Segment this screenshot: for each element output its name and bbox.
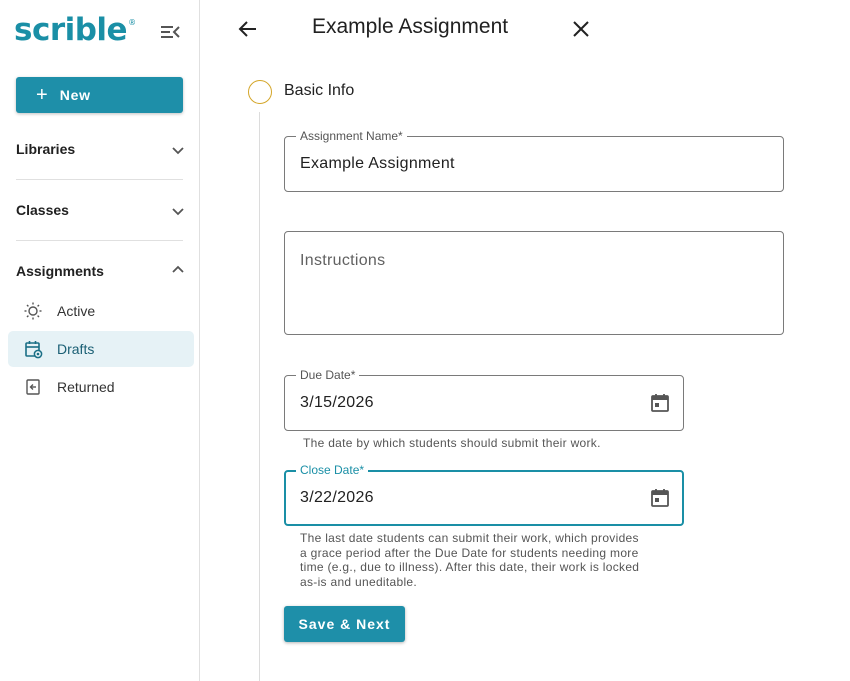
due-date-value: 3/15/2026 bbox=[300, 394, 374, 411]
calendar-icon[interactable] bbox=[648, 486, 672, 510]
divider bbox=[16, 179, 183, 180]
draft-calendar-icon bbox=[23, 339, 43, 359]
chevron-down-icon bbox=[172, 208, 184, 216]
close-date-label: Close Date* bbox=[296, 463, 369, 477]
step-label: Basic Info bbox=[284, 82, 355, 99]
chevron-down-icon bbox=[172, 147, 184, 155]
section-libraries-title: Libraries bbox=[16, 141, 76, 157]
close-date-value: 3/22/2026 bbox=[300, 489, 374, 506]
new-button[interactable]: + New bbox=[16, 77, 183, 113]
chevron-up-icon bbox=[172, 265, 184, 273]
returned-icon bbox=[23, 377, 43, 397]
page-title: Example Assignment bbox=[312, 15, 509, 38]
helper-line: a grace period after the Due Date for st… bbox=[300, 545, 639, 560]
helper-line: time (e.g., due to illness). After this … bbox=[300, 560, 640, 574]
plus-icon: + bbox=[36, 84, 48, 106]
assignment-name-field[interactable]: Assignment Name* Example Assignment bbox=[284, 129, 784, 192]
step-indicator bbox=[248, 80, 272, 104]
section-assignments-title: Assignments bbox=[16, 263, 104, 279]
sun-icon bbox=[23, 301, 43, 321]
close-date-helper: The last date students can submit their … bbox=[300, 531, 639, 589]
due-date-field[interactable]: Due Date* 3/15/2026 bbox=[284, 368, 684, 431]
sidebar-item-active[interactable]: Active bbox=[8, 293, 194, 329]
close-date-field[interactable]: Close Date* 3/22/2026 bbox=[284, 463, 684, 526]
assignment-name-label: Assignment Name* bbox=[296, 129, 407, 143]
sidebar-item-drafts[interactable]: Drafts bbox=[8, 331, 194, 367]
instructions-textarea[interactable]: Instructions bbox=[284, 231, 784, 335]
sidebar-item-label: Active bbox=[57, 303, 96, 319]
section-libraries[interactable]: Libraries bbox=[16, 131, 184, 167]
sidebar-item-returned[interactable]: Returned bbox=[8, 369, 194, 405]
helper-line: as-is and uneditable. bbox=[300, 574, 418, 589]
assignment-name-value: Example Assignment bbox=[300, 155, 455, 172]
sidebar-item-label: Returned bbox=[57, 379, 115, 395]
back-arrow-icon[interactable] bbox=[236, 17, 260, 41]
sidebar-item-label: Drafts bbox=[57, 341, 95, 357]
divider bbox=[16, 240, 183, 241]
due-date-label: Due Date* bbox=[296, 368, 360, 382]
section-assignments[interactable]: Assignments bbox=[16, 253, 184, 289]
sidebar: scrible® + New Libraries Classes Assignm… bbox=[0, 0, 200, 681]
save-and-next-button[interactable]: Save & Next bbox=[284, 606, 405, 642]
calendar-icon[interactable] bbox=[648, 391, 672, 415]
close-icon[interactable] bbox=[569, 17, 593, 41]
helper-line: The last date students can submit their … bbox=[300, 531, 639, 545]
collapse-sidebar-icon[interactable] bbox=[158, 22, 182, 42]
step-connector bbox=[259, 112, 260, 681]
instructions-placeholder: Instructions bbox=[300, 252, 386, 269]
new-button-label: New bbox=[59, 87, 91, 103]
scrible-logo[interactable]: scrible® bbox=[14, 12, 136, 48]
section-classes-title: Classes bbox=[16, 202, 69, 218]
due-date-helper: The date by which students should submit… bbox=[303, 436, 601, 450]
section-classes[interactable]: Classes bbox=[16, 192, 184, 228]
